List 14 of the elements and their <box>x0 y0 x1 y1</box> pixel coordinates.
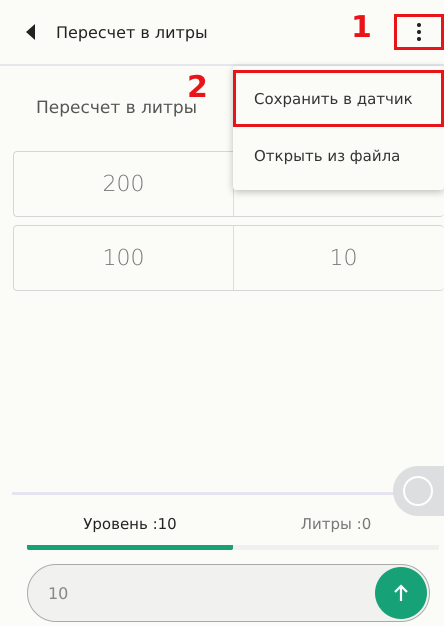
table-cell-text: 200 <box>102 170 146 198</box>
table-cell: 10 <box>233 226 444 290</box>
menu-item[interactable]: Открыть из файла <box>233 127 444 184</box>
menu-item[interactable]: Сохранить в датчик <box>233 70 444 127</box>
tab[interactable]: Уровень :10 <box>27 515 233 550</box>
more-icon <box>417 23 421 41</box>
back-icon[interactable] <box>26 24 36 40</box>
more-menu-button[interactable] <box>394 14 444 50</box>
annotation-number: 1 <box>351 10 372 45</box>
screen-title: Пересчет в литры <box>56 22 208 42</box>
table-cell-text: 100 <box>102 244 146 272</box>
arrow-up-icon <box>393 584 409 602</box>
send-button[interactable] <box>375 567 427 619</box>
circle-icon <box>402 475 434 507</box>
